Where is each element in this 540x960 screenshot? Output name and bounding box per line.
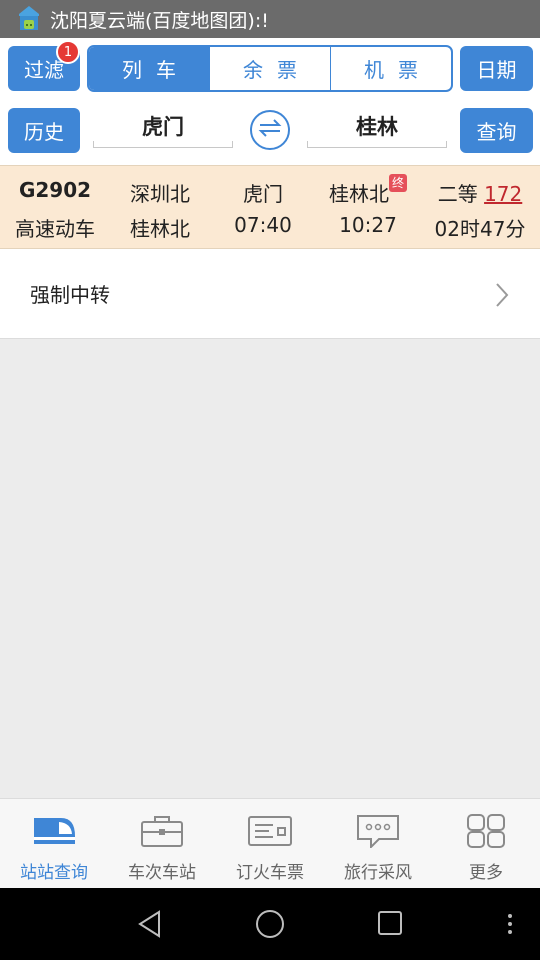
more-options-icon[interactable] [506, 912, 514, 940]
nav-label: 订火车票 [236, 863, 304, 883]
status-bar-title: 沈阳夏云端(百度地图团):! [50, 9, 269, 32]
chat-bubble-icon [355, 814, 401, 852]
forced-transfer-label: 强制中转 [30, 283, 110, 307]
to-station-value: 桂林 [356, 114, 398, 139]
tab-flights[interactable]: 机票 [330, 47, 451, 90]
train-terminal: 桂林北 [130, 217, 190, 241]
system-navigation-bar [0, 888, 540, 960]
swap-stations-button[interactable] [250, 110, 290, 150]
nav-more[interactable]: 更多 [432, 799, 540, 888]
filter-badge: 1 [56, 40, 80, 64]
forced-transfer-item[interactable]: 强制中转 [0, 249, 540, 339]
to-station-input[interactable]: 桂林 [307, 104, 447, 148]
seat-class: 二等 [437, 182, 478, 206]
arrive-station: 桂林北 [329, 182, 389, 206]
terminal-tag: 终 [389, 174, 407, 192]
nav-book-tickets[interactable]: 订火车票 [216, 799, 324, 888]
date-button-label: 日期 [476, 58, 517, 82]
search-header: 过滤 1 列车 余票 机票 日期 历史 虎门 桂林 查询 [0, 38, 540, 165]
arrive-time: 10:27 [339, 213, 397, 237]
train-type: 高速动车 [15, 217, 95, 241]
seat-price-cell: 二等 172 [425, 178, 535, 207]
swap-icon [257, 118, 283, 142]
history-button[interactable]: 历史 [8, 108, 80, 153]
train-result-row[interactable]: G2902 高速动车 深圳北 桂林北 虎门 07:40 桂林北终 10:27 二… [0, 165, 540, 249]
home-icon[interactable] [255, 909, 285, 943]
nav-label: 车次车站 [128, 863, 196, 883]
depart-time: 07:40 [234, 213, 292, 237]
back-icon[interactable] [137, 910, 163, 942]
from-station-value: 虎门 [142, 114, 184, 139]
trip-duration: 02时47分 [434, 217, 526, 241]
mode-segmented-control: 列车 余票 机票 [87, 45, 453, 92]
chevron-right-icon [494, 282, 510, 312]
app-notification-icon [16, 4, 42, 34]
depart-station: 虎门 [243, 182, 283, 206]
nav-train-station[interactable]: 车次车站 [108, 799, 216, 888]
train-icon [31, 814, 77, 852]
date-button[interactable]: 日期 [460, 46, 533, 91]
ticket-icon [247, 814, 293, 852]
history-button-label: 历史 [24, 120, 64, 144]
train-origin: 深圳北 [130, 182, 190, 206]
bottom-navigation: 站站查询 车次车站 订火车票 旅行采风 更多 [0, 798, 540, 888]
query-button-label: 查询 [476, 120, 517, 144]
arrive-station-cell: 桂林北终 [318, 174, 418, 207]
recents-icon[interactable] [377, 910, 403, 942]
nav-label: 站站查询 [20, 863, 88, 883]
briefcase-icon [139, 814, 185, 852]
query-button[interactable]: 查询 [460, 108, 533, 153]
nav-station-query[interactable]: 站站查询 [0, 799, 108, 888]
nav-label: 旅行采风 [344, 863, 412, 883]
nav-label: 更多 [469, 863, 503, 883]
ticket-price[interactable]: 172 [484, 182, 522, 206]
tab-trains[interactable]: 列车 [89, 47, 209, 90]
train-number: G2902 [18, 178, 92, 202]
nav-travel-notes[interactable]: 旅行采风 [324, 799, 432, 888]
from-station-input[interactable]: 虎门 [93, 104, 233, 148]
tab-remaining-tickets[interactable]: 余票 [209, 47, 330, 90]
grid-icon [463, 814, 509, 852]
status-bar: 沈阳夏云端(百度地图团):! [0, 0, 540, 38]
